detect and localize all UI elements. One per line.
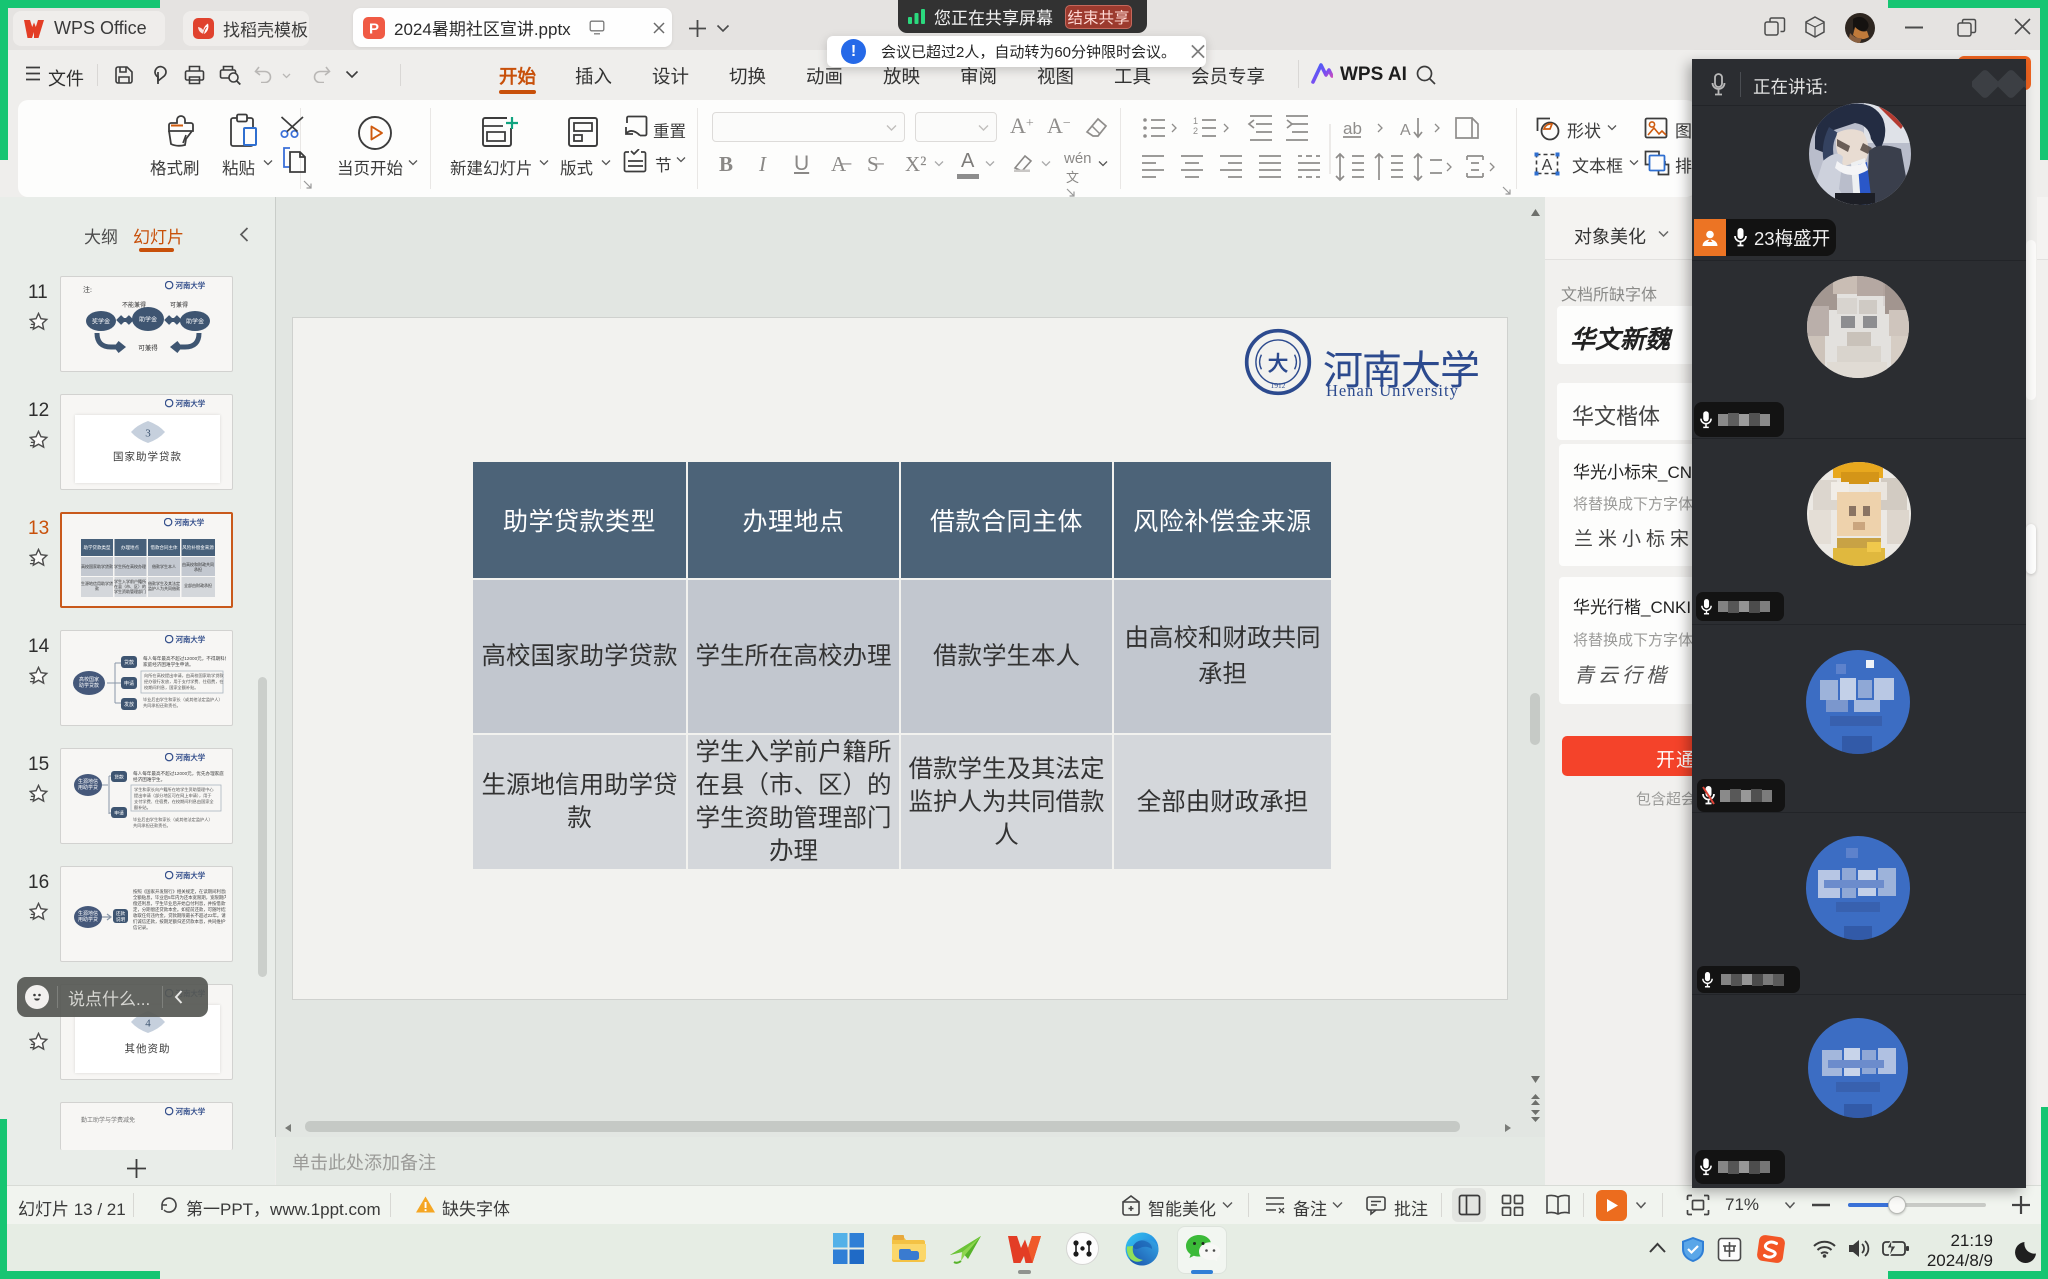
svg-text:1: 1	[1193, 116, 1198, 126]
svg-text:不能兼得: 不能兼得	[122, 301, 146, 309]
svg-text:高校国家: 高校国家	[79, 676, 99, 683]
svg-text:借款学生本人: 借款学生本人	[152, 563, 176, 569]
svg-text:ab: ab	[1343, 119, 1362, 138]
svg-text:借款合同主体: 借款合同主体	[151, 544, 178, 551]
svg-text:助学贷款类型: 助学贷款类型	[84, 544, 111, 551]
svg-text:奖学金: 奖学金	[92, 318, 110, 326]
svg-text:贷款: 贷款	[124, 659, 134, 666]
svg-text:毕业后由学生和家长（或其他法定监护人）: 毕业后由学生和家长（或其他法定监护人）	[133, 816, 213, 823]
svg-text:家庭经济困难学生申请。: 家庭经济困难学生申请。	[143, 661, 194, 668]
svg-text:全部由财政承担: 全部由财政承担	[184, 582, 212, 588]
svg-text:承担: 承担	[194, 566, 202, 572]
svg-text:可兼得: 可兼得	[170, 301, 188, 309]
svg-text:助学金: 助学金	[186, 318, 204, 326]
svg-text:可兼得: 可兼得	[138, 343, 158, 352]
svg-text:大: 大	[1268, 351, 1289, 375]
svg-text:生源地信: 生源地信	[78, 778, 98, 785]
svg-text:A: A	[1542, 157, 1553, 174]
svg-text:申请: 申请	[114, 810, 124, 817]
svg-text:P: P	[369, 20, 379, 37]
svg-text:经济困难学生。: 经济困难学生。	[133, 776, 165, 783]
svg-text:生源地信: 生源地信	[78, 910, 98, 917]
svg-text:用助学贷: 用助学贷	[78, 916, 98, 923]
svg-text:款: 款	[95, 585, 99, 591]
svg-text:贷款: 贷款	[114, 774, 124, 781]
svg-text:3: 3	[145, 428, 151, 440]
svg-text:提出申请（部分地区可在网上申请），用于: 提出申请（部分地区可在网上申请），用于	[134, 792, 211, 799]
svg-text:学生资助管理部门: 学生资助管理部门	[114, 588, 146, 594]
svg-text:经办银行发放，用于支付学费、住宿费，在: 经办银行发放，用于支付学费、住宿费，在	[144, 678, 224, 685]
svg-text:2: 2	[1193, 126, 1198, 136]
svg-text:4: 4	[145, 1018, 151, 1030]
svg-text:校期间利息，国家全额补贴。: 校期间利息，国家全额补贴。	[144, 684, 198, 691]
svg-text:A: A	[1400, 122, 1411, 139]
svg-text:学生和家长向户籍所在地学生资助管理中心: 学生和家长向户籍所在地学生资助管理中心	[134, 786, 214, 793]
svg-text:助学金: 助学金	[139, 316, 157, 324]
svg-text:高校国家助学贷款: 高校国家助学贷款	[81, 563, 113, 569]
svg-text:申请: 申请	[124, 680, 134, 687]
svg-text:每人每年最高不超过12000元，不得期科优先: 每人每年最高不超过12000元，不得期科优先	[143, 655, 226, 662]
svg-text:监护人为共同借款: 监护人为共同借款	[148, 585, 180, 591]
svg-text:发放: 发放	[124, 701, 134, 708]
svg-text:信记录。: 信记录。	[133, 924, 151, 931]
svg-text:毕业后由学生和家长（或其他法定监护人）: 毕业后由学生和家长（或其他法定监护人）	[143, 696, 223, 703]
svg-text:说明: 说明	[116, 916, 126, 923]
svg-text:每人每年最高不超过12000元，优先办理家庭: 每人每年最高不超过12000元，优先办理家庭	[133, 770, 224, 777]
svg-text:向所在高校提出申请，由高校国家助学贷款: 向所在高校提出申请，由高校国家助学贷款	[144, 672, 224, 679]
svg-text:偿还利息，学生毕业后开始自付利息，并按借款合同约: 偿还利息，学生毕业后开始自付利息，并按借款合同约	[133, 900, 226, 907]
svg-text:用助学贷: 用助学贷	[78, 784, 98, 791]
svg-text:定，分期偿还贷款本金。如提前还款，可随时结清，不: 定，分期偿还贷款本金。如提前还款，可随时结清，不	[133, 906, 226, 913]
svg-text:收取任何违约金，贷款期限最长不超过22年。请同学: 收取任何违约金，贷款期限最长不超过22年。请同学	[133, 912, 226, 919]
svg-text:共同承担还款责任。: 共同承担还款责任。	[133, 822, 171, 829]
svg-text:额补贴。: 额补贴。	[134, 804, 151, 811]
svg-text:风险补偿金来源: 风险补偿金来源	[182, 544, 214, 551]
svg-text:支付学费、住宿费，在校期间利息由国家全: 支付学费、住宿费，在校期间利息由国家全	[134, 798, 214, 805]
svg-text:办理地点: 办理地点	[121, 544, 139, 551]
svg-text:学生所在高校办理: 学生所在高校办理	[114, 563, 146, 569]
svg-text:共同承担还款责任。: 共同承担还款责任。	[143, 702, 181, 709]
svg-text:按照《国家开发银行》相关规定，在读期间利息由财政: 按照《国家开发银行》相关规定，在读期间利息由财政	[133, 888, 226, 895]
svg-text:们诚信还款，按期足额归还贷款本息，共同维护个人征: 们诚信还款，按期足额归还贷款本息，共同维护个人征	[133, 918, 226, 925]
svg-text:助学贷款: 助学贷款	[79, 682, 99, 689]
svg-text:全额贴息，毕业后5年内为还本宽限期，宽限期内只需: 全额贴息，毕业后5年内为还本宽限期，宽限期内只需	[133, 894, 226, 901]
svg-text:还款: 还款	[116, 910, 126, 917]
svg-text:1912: 1912	[1271, 381, 1286, 390]
